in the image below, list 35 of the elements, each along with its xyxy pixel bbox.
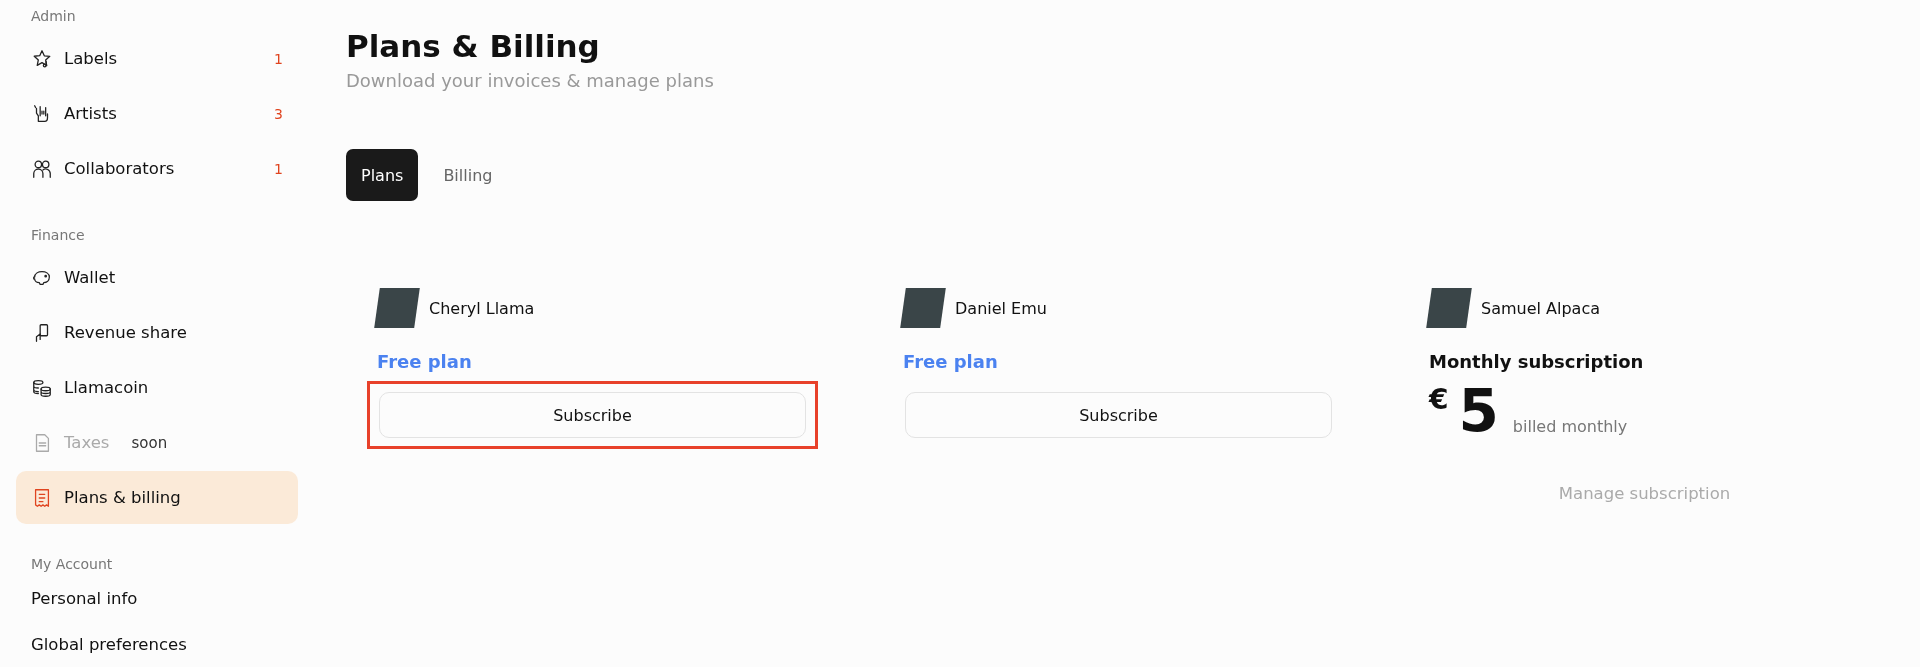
- page-title: Plans & Billing: [346, 28, 601, 64]
- sidebar-item[interactable]: Personal info: [16, 576, 298, 620]
- plan-name: Free plan: [903, 351, 999, 372]
- sidebar-item[interactable]: Llamacoin: [16, 361, 298, 414]
- sidebar-item[interactable]: Global preferences: [16, 622, 298, 666]
- sidebar-item[interactable]: Wallet: [16, 251, 298, 304]
- count-label: 1: [274, 160, 283, 177]
- section-heading: My Account: [30, 555, 114, 574]
- currency-symbol: €: [1429, 386, 1449, 414]
- plan-name: Free plan: [377, 351, 473, 372]
- photo-placeholder: [900, 288, 946, 328]
- plan-name: Monthly subscription: [1429, 351, 1645, 372]
- page-subtitle: Download your invoices & manage plans: [346, 70, 715, 91]
- subscribe-button[interactable]: Subscribe: [379, 392, 806, 438]
- artist-name: Daniel Emu: [955, 298, 1047, 318]
- price-amount: 5: [1458, 382, 1499, 440]
- subscribe-button[interactable]: Subscribe: [905, 392, 1332, 438]
- count-label: 3: [274, 105, 283, 122]
- sidebar-item[interactable]: Labels 1: [16, 32, 298, 85]
- section-heading: Finance: [30, 226, 86, 245]
- tab[interactable]: Plans: [346, 149, 419, 201]
- section-heading: Admin: [30, 7, 77, 26]
- tab[interactable]: Billing: [428, 149, 508, 201]
- sidebar-item[interactable]: Artists 3: [16, 87, 298, 140]
- billing-period: billed monthly: [1512, 417, 1628, 436]
- soon-tag: soon: [131, 433, 168, 452]
- sidebar-item[interactable]: Collaborators 1: [16, 142, 298, 195]
- sidebar-item[interactable]: Plans & billing: [16, 471, 298, 524]
- sidebar-item[interactable]: Revenue share: [16, 306, 298, 359]
- photo-placeholder: [1426, 288, 1472, 328]
- star-icon: [31, 47, 53, 70]
- photo-placeholder: [374, 288, 420, 328]
- artist-name: Samuel Alpaca: [1481, 298, 1600, 318]
- artist-name: Cheryl Llama: [429, 298, 535, 318]
- count-label: 1: [274, 50, 283, 67]
